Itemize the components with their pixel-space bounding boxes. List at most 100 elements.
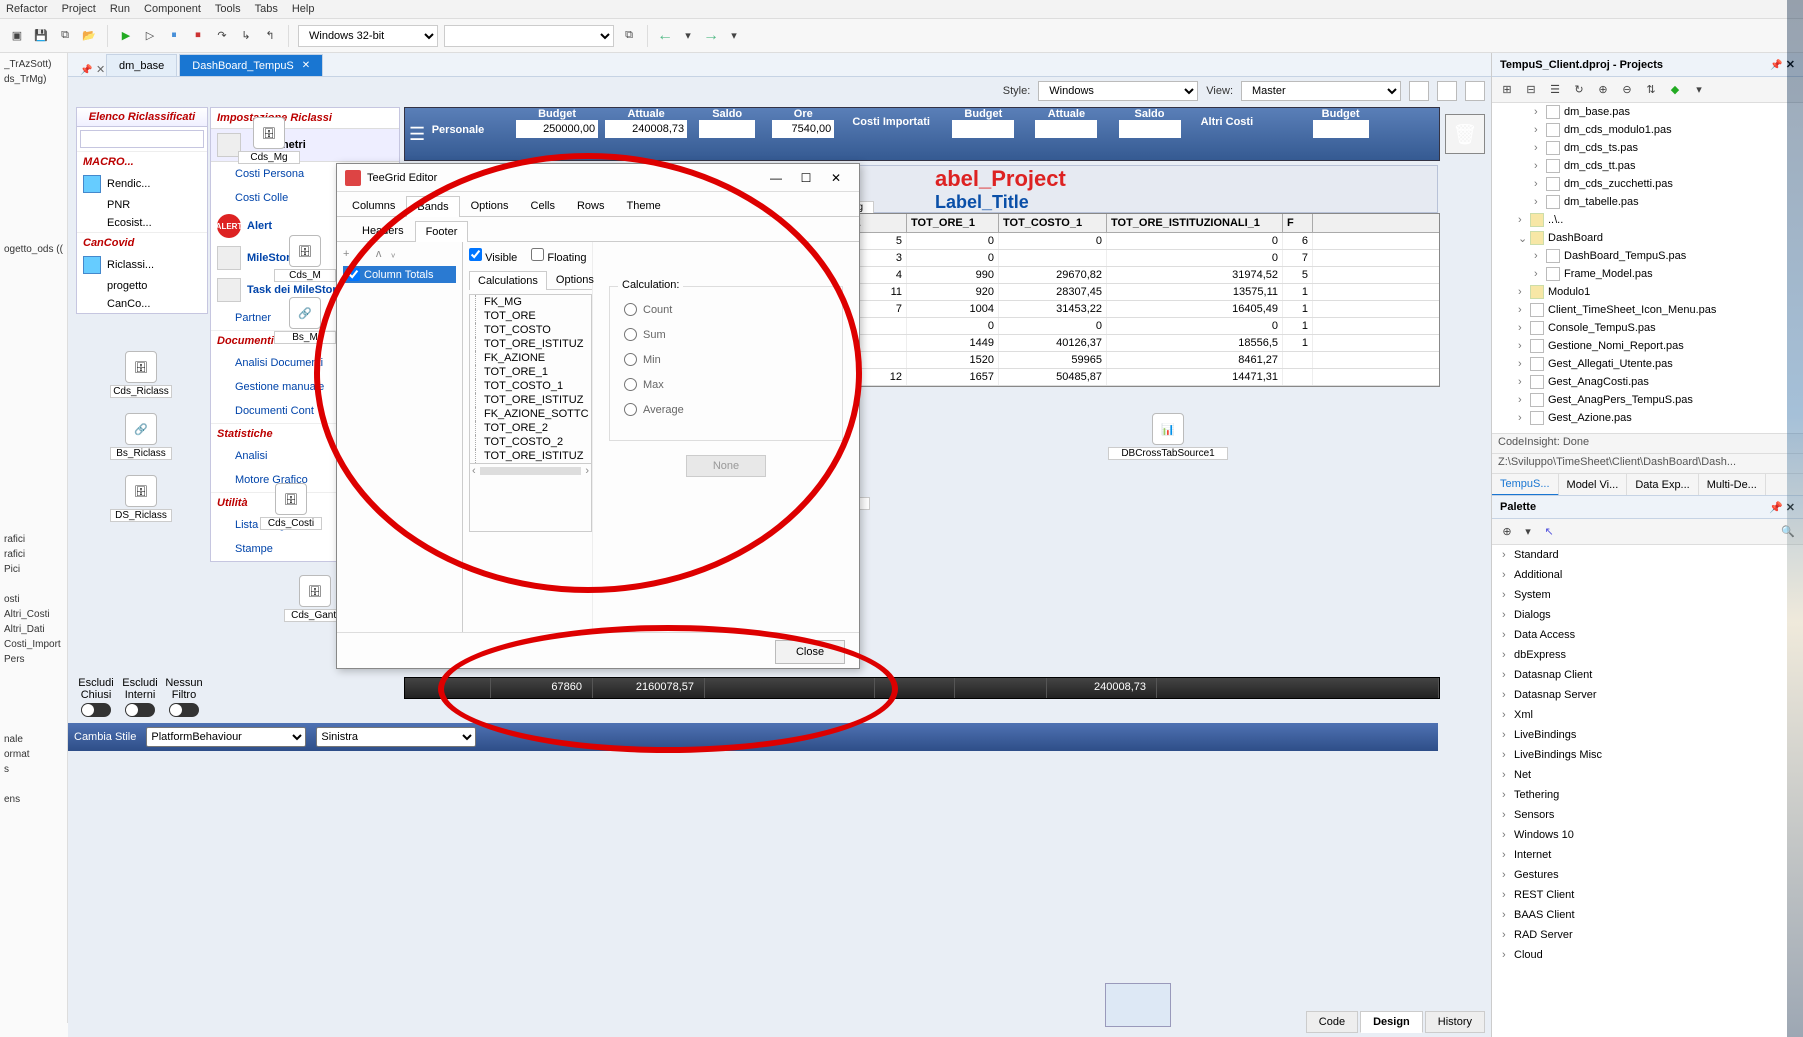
- tab-cells[interactable]: Cells: [520, 195, 566, 216]
- scroll-left-icon[interactable]: ‹: [472, 465, 476, 477]
- up-btn[interactable]: ᴧ: [376, 248, 382, 260]
- tab-design[interactable]: Design: [1360, 1011, 1423, 1033]
- layout-icon[interactable]: ⧉: [620, 27, 638, 45]
- sv-btn1[interactable]: [1409, 81, 1429, 101]
- chip-cds-mg[interactable]: 🗄Cds_Mg: [238, 117, 300, 164]
- platform-select[interactable]: Windows 32-bit: [298, 25, 438, 47]
- chip-cds-costi[interactable]: 🗄Cds_Costi: [260, 483, 322, 530]
- back-icon[interactable]: ←: [657, 27, 673, 45]
- step-into-icon[interactable]: ↳: [237, 27, 255, 45]
- close-icon[interactable]: ✕: [96, 63, 106, 76]
- save-all-icon[interactable]: ⧉: [56, 27, 74, 45]
- close-icon[interactable]: ✕: [821, 171, 851, 185]
- tab-rows[interactable]: Rows: [566, 195, 616, 216]
- toggle-interni[interactable]: [125, 703, 155, 717]
- close-tab-icon[interactable]: ✕: [302, 60, 310, 71]
- style-select[interactable]: Windows: [1038, 81, 1198, 101]
- step-out-icon[interactable]: ↰: [261, 27, 279, 45]
- chip-cds-riclass[interactable]: 🗄Cds_Riclass: [110, 351, 172, 398]
- fwd-dd-icon[interactable]: ▾: [725, 27, 743, 45]
- riclass-search[interactable]: [80, 130, 205, 148]
- close-button[interactable]: Close: [775, 640, 845, 664]
- pin-icon[interactable]: 📌: [1769, 502, 1783, 514]
- expand-icon[interactable]: ⊕: [1594, 81, 1612, 99]
- new-icon[interactable]: ⊞: [1498, 81, 1516, 99]
- fwd-icon[interactable]: →: [703, 27, 719, 45]
- chip-cds-m[interactable]: 🗄Cds_M: [274, 235, 336, 282]
- floating-check[interactable]: Floating: [531, 248, 586, 264]
- visible-check[interactable]: Visible: [469, 248, 517, 264]
- build-icon[interactable]: ◆: [1666, 81, 1684, 99]
- attuale2-input[interactable]: [1035, 120, 1097, 138]
- chip-ds-riclass[interactable]: 🗄DS_Riclass: [110, 475, 172, 522]
- radio-count[interactable]: Count: [624, 297, 828, 322]
- down-btn[interactable]: ᵥ: [391, 248, 395, 260]
- view-select[interactable]: Master: [1241, 81, 1401, 101]
- tab-dm-base[interactable]: dm_base: [106, 54, 177, 76]
- dd-icon[interactable]: ▾: [1519, 523, 1537, 541]
- chip-bs-m[interactable]: 🔗Bs_M: [274, 297, 336, 344]
- subtab-headers[interactable]: Headers: [351, 220, 415, 241]
- add-row-btn[interactable]: +: [343, 248, 349, 260]
- del-row-btn[interactable]: −: [359, 248, 365, 260]
- back-dd-icon[interactable]: ▾: [679, 27, 697, 45]
- none-button[interactable]: None: [686, 455, 766, 477]
- stile-select[interactable]: PlatformBehaviour: [146, 727, 306, 747]
- radio-sum[interactable]: Sum: [624, 322, 828, 347]
- saldo2-input[interactable]: [1119, 120, 1181, 138]
- refresh-icon[interactable]: ↻: [1570, 81, 1588, 99]
- chip-dbcrosstab[interactable]: 📊DBCrossTabSource1: [1108, 413, 1228, 460]
- toggle-chiusi[interactable]: [81, 703, 111, 717]
- radio-avg[interactable]: Average: [624, 397, 828, 422]
- tab-columns[interactable]: Columns: [341, 195, 406, 216]
- tab-bands[interactable]: Bands: [406, 196, 459, 217]
- budget3-input[interactable]: [1313, 120, 1369, 138]
- pin-icon[interactable]: 📌: [1770, 60, 1782, 71]
- stop-icon[interactable]: ⏹: [189, 27, 207, 45]
- scroll-right-icon[interactable]: ›: [585, 465, 589, 477]
- open-icon[interactable]: ▣: [8, 27, 26, 45]
- tab-options[interactable]: Options: [460, 195, 520, 216]
- column-totals-check[interactable]: Column Totals: [343, 266, 456, 283]
- toggle-filtro[interactable]: [169, 703, 199, 717]
- add-icon[interactable]: ⊕: [1498, 523, 1516, 541]
- trash-icon[interactable]: 🗑: [1445, 114, 1485, 154]
- subtab-footer[interactable]: Footer: [415, 221, 469, 242]
- maximize-icon[interactable]: ☐: [791, 171, 821, 185]
- field-list[interactable]: FK_MG TOT_ORE TOT_COSTO TOT_ORE_ISTITUZ …: [469, 294, 592, 532]
- chip-bs-riclass[interactable]: 🔗Bs_Riclass: [110, 413, 172, 460]
- align-select[interactable]: Sinistra: [316, 727, 476, 747]
- attuale-input[interactable]: [605, 120, 687, 138]
- step-over-icon[interactable]: ↷: [213, 27, 231, 45]
- remove-icon[interactable]: ⊟: [1522, 81, 1540, 99]
- main-menu[interactable]: Refactor Project Run Component Tools Tab…: [0, 0, 1803, 19]
- minimize-icon[interactable]: —: [761, 171, 791, 185]
- mtab-calc[interactable]: Calculations: [469, 271, 547, 290]
- sv-btn2[interactable]: [1437, 81, 1457, 101]
- sv-btn3[interactable]: [1465, 81, 1485, 101]
- tab-theme[interactable]: Theme: [616, 195, 672, 216]
- dd-icon[interactable]: ▾: [1690, 81, 1708, 99]
- run-nodebug-icon[interactable]: ▷: [141, 27, 159, 45]
- form-designer[interactable]: Style: Windows View: Master Elenco Ricla…: [68, 77, 1491, 1037]
- tab-code[interactable]: Code: [1306, 1011, 1358, 1033]
- view-icon[interactable]: ☰: [1546, 81, 1564, 99]
- radio-min[interactable]: Min: [624, 347, 828, 372]
- ore-input[interactable]: [772, 120, 834, 138]
- tab-history[interactable]: History: [1425, 1011, 1485, 1033]
- projects-tree[interactable]: ›dm_base.pas ›dm_cds_modulo1.pas ›dm_cds…: [1492, 103, 1803, 433]
- sync-icon[interactable]: ⇅: [1642, 81, 1660, 99]
- menu-icon[interactable]: ☰: [409, 124, 435, 144]
- pause-icon[interactable]: ⏸: [165, 27, 183, 45]
- collapse-icon[interactable]: ⊖: [1618, 81, 1636, 99]
- dialog-titlebar[interactable]: TeeGrid Editor — ☐ ✕: [337, 164, 859, 192]
- radio-max[interactable]: Max: [624, 372, 828, 397]
- budget-input[interactable]: [516, 120, 598, 138]
- pin-icon[interactable]: 📌: [80, 65, 92, 76]
- palette-categories[interactable]: ›Standard ›Additional ›System ›Dialogs ›…: [1492, 545, 1803, 1037]
- folder-icon[interactable]: 📂: [80, 27, 98, 45]
- save-icon[interactable]: 💾: [32, 27, 50, 45]
- run-icon[interactable]: ▶: [117, 27, 135, 45]
- saldo-input[interactable]: [699, 120, 755, 138]
- pointer-icon[interactable]: ↖: [1540, 523, 1558, 541]
